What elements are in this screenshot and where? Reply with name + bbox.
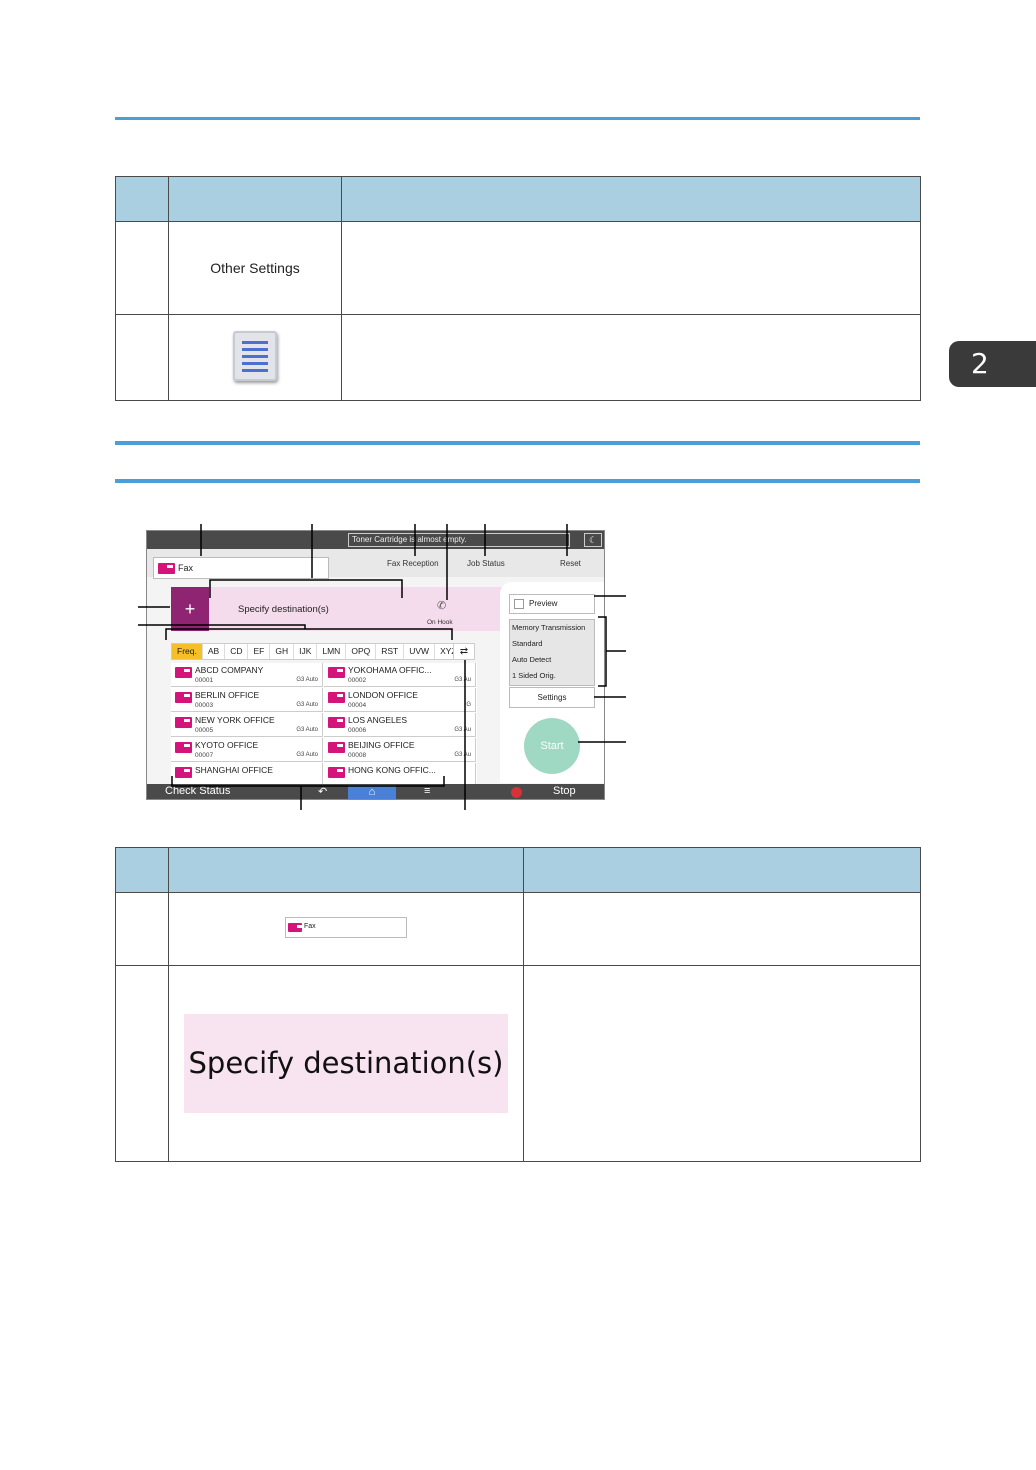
destination-field-image: Specify destination(s) — [184, 1014, 508, 1113]
fax-icon — [288, 923, 303, 932]
destination-field-label: Specify destination(s) — [188, 1046, 504, 1080]
callout-bracket — [165, 628, 453, 640]
table-header-row — [115, 847, 921, 893]
callout-bracket — [171, 776, 445, 787]
screen-items-table: Fax Specify destination(s) — [115, 847, 921, 1162]
table-row: Specify destination(s) — [115, 965, 921, 1162]
callout-bracket — [598, 616, 607, 687]
table-row: Fax — [115, 892, 921, 966]
callout-lines — [138, 524, 626, 810]
fax-app-selector-image: Fax — [285, 917, 407, 938]
callout-bracket — [209, 579, 403, 598]
fax-app-label: Fax — [304, 923, 316, 930]
